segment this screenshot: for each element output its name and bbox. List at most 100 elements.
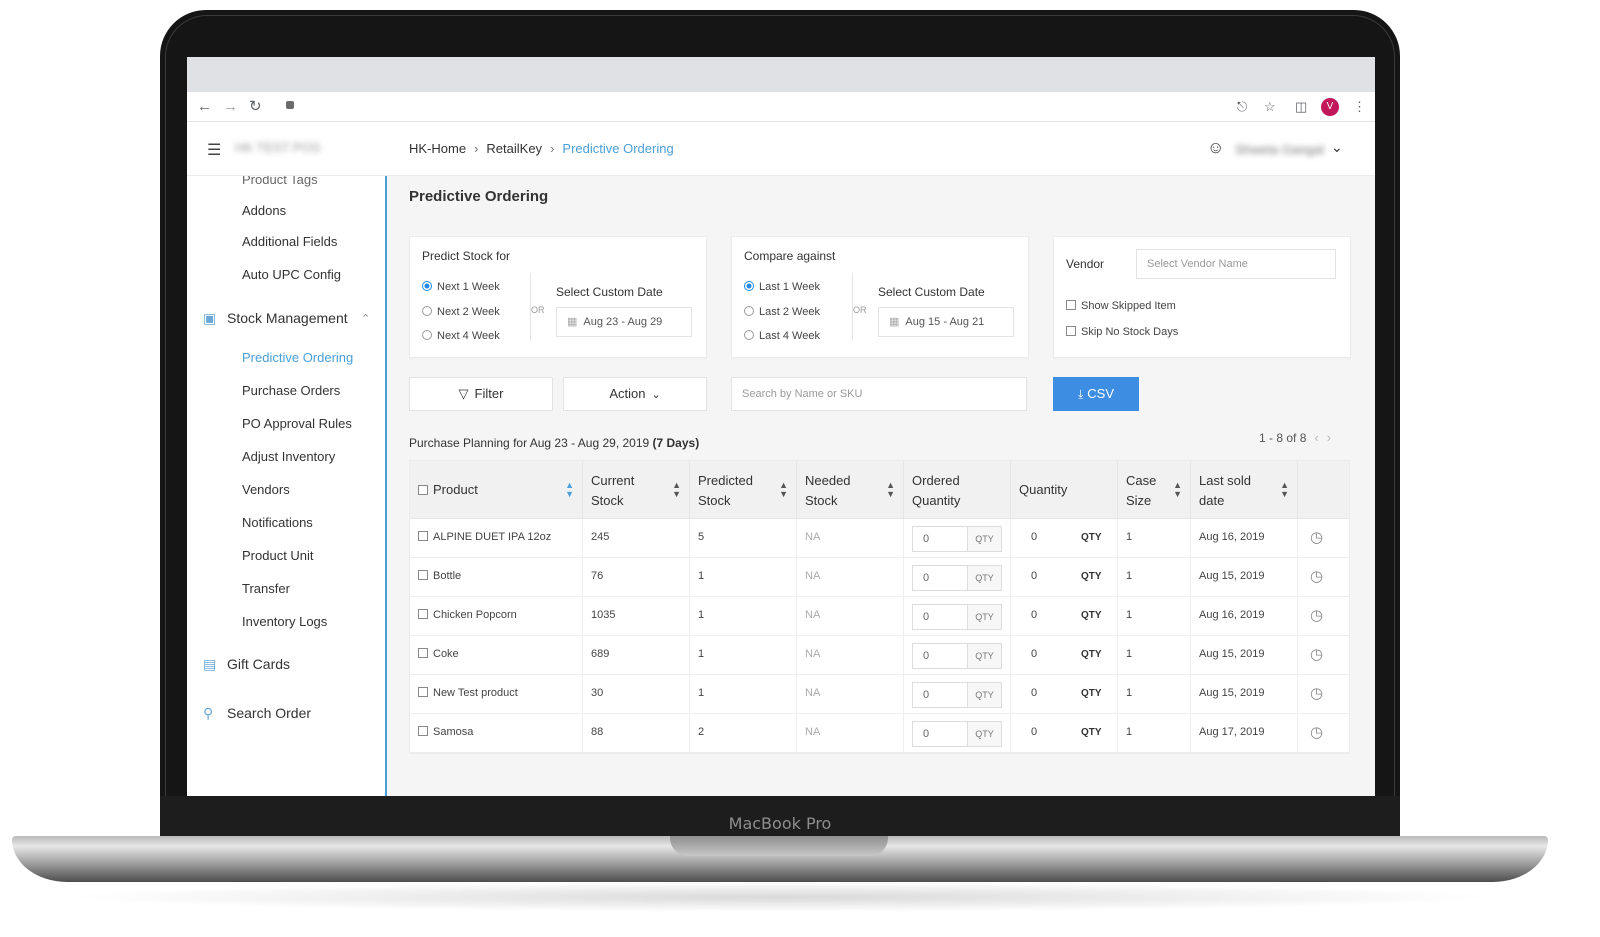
col-label: Needed [805, 473, 851, 488]
row-checkbox[interactable] [418, 648, 428, 658]
row-checkbox[interactable] [418, 531, 428, 541]
row-checkbox[interactable] [418, 609, 428, 619]
skip-no-stock-checkbox[interactable]: Skip No Stock Days [1066, 326, 1178, 338]
select-all-checkbox[interactable] [418, 485, 428, 495]
predict-option-2[interactable]: Next 2 Week [422, 306, 500, 318]
sidebar: Product Tags Addons Additional Fields Au… [187, 176, 387, 796]
ordered-qty-input[interactable]: 0 QTY [912, 604, 1002, 630]
ordered-qty-input[interactable]: 0 QTY [912, 643, 1002, 669]
clock-icon[interactable]: ◷ [1310, 528, 1323, 546]
checkbox-icon[interactable] [1066, 300, 1076, 310]
clock-icon[interactable]: ◷ [1310, 684, 1323, 702]
sidebar-item-vendors[interactable]: Vendors [242, 482, 290, 497]
row-checkbox[interactable] [418, 687, 428, 697]
row-checkbox[interactable] [418, 570, 428, 580]
compare-option-4[interactable]: Last 4 Week [744, 330, 820, 342]
browser-address-bar[interactable]: ← → ↻ ⎋ ☆ ◫ V ⋮ [187, 92, 1375, 122]
sidebar-item-additional-fields[interactable]: Additional Fields [242, 234, 337, 249]
predict-date-value: Aug 23 - Aug 29 [583, 316, 663, 328]
ordered-qty-value: 0 [923, 689, 930, 701]
sidebar-group-search-order[interactable]: ⚲ Search Order [203, 705, 311, 722]
cell-case: 1 [1118, 675, 1191, 714]
col-label: Stock [591, 493, 624, 508]
search-input[interactable]: Search by Name or SKU [731, 377, 1027, 411]
vendor-select-input[interactable]: Select Vendor Name [1136, 249, 1336, 279]
compare-option-2[interactable]: Last 2 Week [744, 306, 820, 318]
ordered-qty-input[interactable]: 0 QTY [912, 565, 1002, 591]
ordered-qty-input[interactable]: 0 QTY [912, 721, 1002, 747]
laptop-chin: MacBook Pro [160, 796, 1400, 840]
breadcrumb-retailkey[interactable]: RetailKey [486, 141, 542, 156]
predict-option-1[interactable]: Next 1 Week [422, 281, 500, 293]
sidebar-item-auto-upc-config[interactable]: Auto UPC Config [242, 267, 341, 282]
radio-checked-icon[interactable] [744, 281, 754, 291]
clock-icon[interactable]: ◷ [1310, 567, 1323, 585]
col-current-stock[interactable]: Current Stock ▲ ▼ [583, 461, 690, 519]
hamburger-icon[interactable]: ☰ [207, 140, 221, 160]
show-skipped-checkbox[interactable]: Show Skipped Item [1066, 300, 1176, 312]
sidebar-item-transfer[interactable]: Transfer [242, 581, 290, 596]
sidebar-item-adjust-inventory[interactable]: Adjust Inventory [242, 449, 335, 464]
sidebar-item-product-tags[interactable]: Product Tags [242, 176, 318, 187]
profile-avatar[interactable]: V [1321, 98, 1339, 116]
predict-option-4[interactable]: Next 4 Week [422, 330, 500, 342]
sort-icon[interactable]: ▲ ▼ [1173, 481, 1182, 499]
compare-option-1[interactable]: Last 1 Week [744, 281, 820, 293]
chevron-down-icon[interactable]: ⌄ [1331, 139, 1343, 156]
sidebar-item-addons[interactable]: Addons [242, 203, 286, 218]
user-name[interactable]: Shweta Gangal [1235, 142, 1324, 157]
sidebar-group-stock-management[interactable]: ▣ Stock Management [203, 310, 348, 327]
chevron-right-icon: › [550, 141, 555, 156]
chevron-right-icon[interactable]: › [1327, 430, 1331, 445]
compare-date-picker[interactable]: ▦ Aug 15 - Aug 21 [878, 307, 1014, 337]
ordered-qty-input[interactable]: 0 QTY [912, 526, 1002, 552]
radio-icon[interactable] [422, 330, 432, 340]
radio-checked-icon[interactable] [422, 281, 432, 291]
radio-icon[interactable] [744, 306, 754, 316]
star-icon[interactable]: ☆ [1264, 98, 1276, 116]
back-arrow-icon[interactable]: ← [197, 97, 212, 117]
radio-icon[interactable] [422, 306, 432, 316]
predict-date-picker[interactable]: ▦ Aug 23 - Aug 29 [556, 307, 692, 337]
chevron-up-icon[interactable]: ⌃ [361, 312, 370, 325]
col-product[interactable]: Product ▲ ▼ [410, 461, 583, 519]
clock-icon[interactable]: ◷ [1310, 723, 1323, 741]
radio-icon[interactable] [744, 330, 754, 340]
cell-quantity: 0 QTY [1011, 675, 1118, 714]
col-predicted-stock[interactable]: Predicted Stock ▲ ▼ [690, 461, 797, 519]
sort-icon[interactable]: ▲ ▼ [672, 481, 681, 499]
app-header: ☰ HK TEST POS HK-Home › RetailKey › Predicti… [187, 122, 1375, 176]
col-case-size[interactable]: Case Size ▲ ▼ [1118, 461, 1191, 519]
col-needed-stock[interactable]: Needed Stock ▲ ▼ [797, 461, 904, 519]
sidebar-item-inventory-logs[interactable]: Inventory Logs [242, 614, 327, 629]
clock-icon[interactable]: ◷ [1310, 606, 1323, 624]
ordered-qty-input[interactable]: 0 QTY [912, 682, 1002, 708]
forward-arrow-icon[interactable]: → [223, 97, 238, 117]
sidepanel-icon[interactable]: ◫ [1295, 98, 1307, 116]
sidebar-item-po-approval-rules[interactable]: PO Approval Rules [242, 416, 352, 431]
user-icon[interactable]: ☺ [1207, 138, 1224, 158]
share-icon[interactable]: ⎋ [1237, 98, 1247, 116]
sort-icon[interactable]: ▲ ▼ [565, 481, 574, 499]
sort-icon[interactable]: ▲ ▼ [779, 481, 788, 499]
breadcrumb-home[interactable]: HK-Home [409, 141, 466, 156]
chevron-left-icon[interactable]: ‹ [1314, 430, 1318, 445]
filter-button[interactable]: ▽ Filter [409, 377, 553, 411]
checkbox-icon[interactable] [1066, 326, 1076, 336]
clock-icon[interactable]: ◷ [1310, 645, 1323, 663]
csv-download-button[interactable]: ⤓ CSV [1053, 377, 1139, 411]
sidebar-item-product-unit[interactable]: Product Unit [242, 548, 314, 563]
more-menu-icon[interactable]: ⋮ [1353, 98, 1366, 116]
col-label: Case [1126, 473, 1157, 488]
sidebar-item-predictive-ordering[interactable]: Predictive Ordering [242, 350, 353, 365]
sort-icon[interactable]: ▲ ▼ [1280, 481, 1289, 499]
reload-icon[interactable]: ↻ [249, 97, 262, 117]
sidebar-item-purchase-orders[interactable]: Purchase Orders [242, 383, 340, 398]
action-button[interactable]: Action ⌄ [563, 377, 707, 411]
row-checkbox[interactable] [418, 726, 428, 736]
sort-icon[interactable]: ▲ ▼ [886, 481, 895, 499]
sidebar-item-notifications[interactable]: Notifications [242, 515, 313, 530]
product-name: Bottle [433, 570, 462, 582]
col-last-sold-date[interactable]: Last sold date ▲ ▼ [1191, 461, 1298, 519]
sidebar-group-gift-cards[interactable]: ▤ Gift Cards [203, 656, 290, 673]
